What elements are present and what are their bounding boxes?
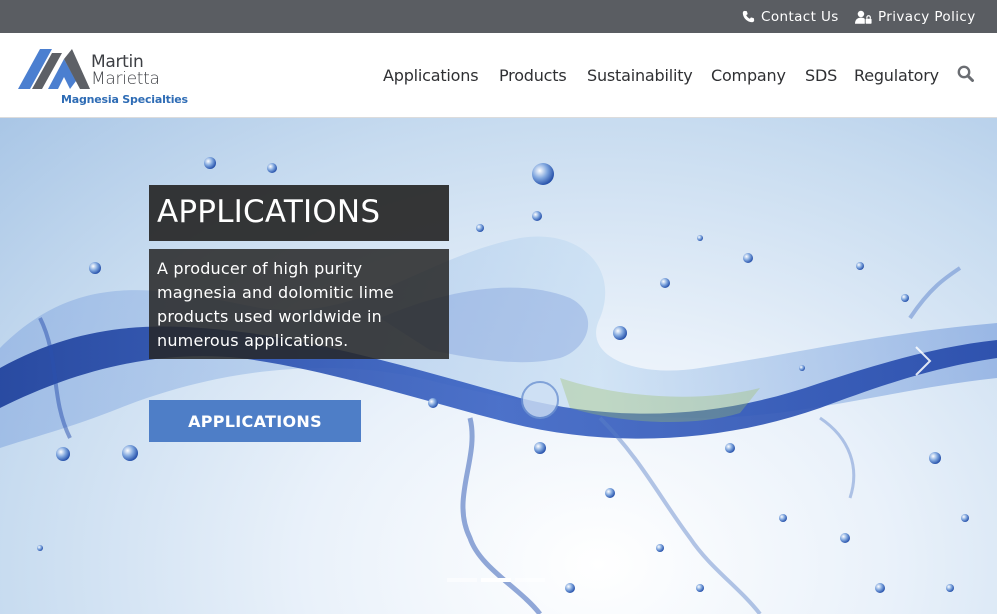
slider-pagination	[447, 578, 545, 582]
company-logo[interactable]: Martin Marietta Magnesia Specialties	[18, 46, 188, 108]
contact-us-label: Contact Us	[761, 8, 839, 25]
privacy-policy-label: Privacy Policy	[878, 8, 976, 25]
user-lock-icon	[855, 10, 872, 24]
slider-dot[interactable]	[447, 578, 477, 582]
privacy-policy-link[interactable]: Privacy Policy	[855, 0, 976, 33]
slider-dot[interactable]	[515, 578, 545, 582]
nav-item-applications[interactable]: Applications	[383, 33, 479, 117]
logo-tagline: Magnesia Specialties	[61, 93, 188, 106]
hero-description: A producer of high purity magnesia and d…	[157, 259, 394, 350]
slider-dot-active[interactable]	[481, 578, 511, 582]
contact-us-link[interactable]: Contact Us	[742, 0, 839, 33]
nav-item-company[interactable]: Company	[711, 33, 786, 117]
phone-icon	[742, 10, 755, 23]
nav-item-regulatory[interactable]: Regulatory	[854, 33, 939, 117]
hero-title-panel: APPLICATIONS	[149, 185, 449, 241]
hero-title: APPLICATIONS	[157, 194, 381, 230]
chevron-right-icon[interactable]	[912, 344, 934, 378]
hero-slider: APPLICATIONS A producer of high purity m…	[0, 118, 997, 614]
hero-description-panel: A producer of high purity magnesia and d…	[149, 249, 449, 359]
nav-item-sds[interactable]: SDS	[805, 33, 837, 117]
search-icon[interactable]	[957, 65, 974, 82]
nav-item-sustainability[interactable]: Sustainability	[587, 33, 693, 117]
utility-bar: Contact Us Privacy Policy	[0, 0, 997, 33]
nav-item-products[interactable]: Products	[499, 33, 567, 117]
logo-mark-icon	[18, 49, 90, 89]
hero-applications-button[interactable]: APPLICATIONS	[149, 400, 361, 442]
logo-text-marietta: Marietta	[91, 69, 160, 89]
